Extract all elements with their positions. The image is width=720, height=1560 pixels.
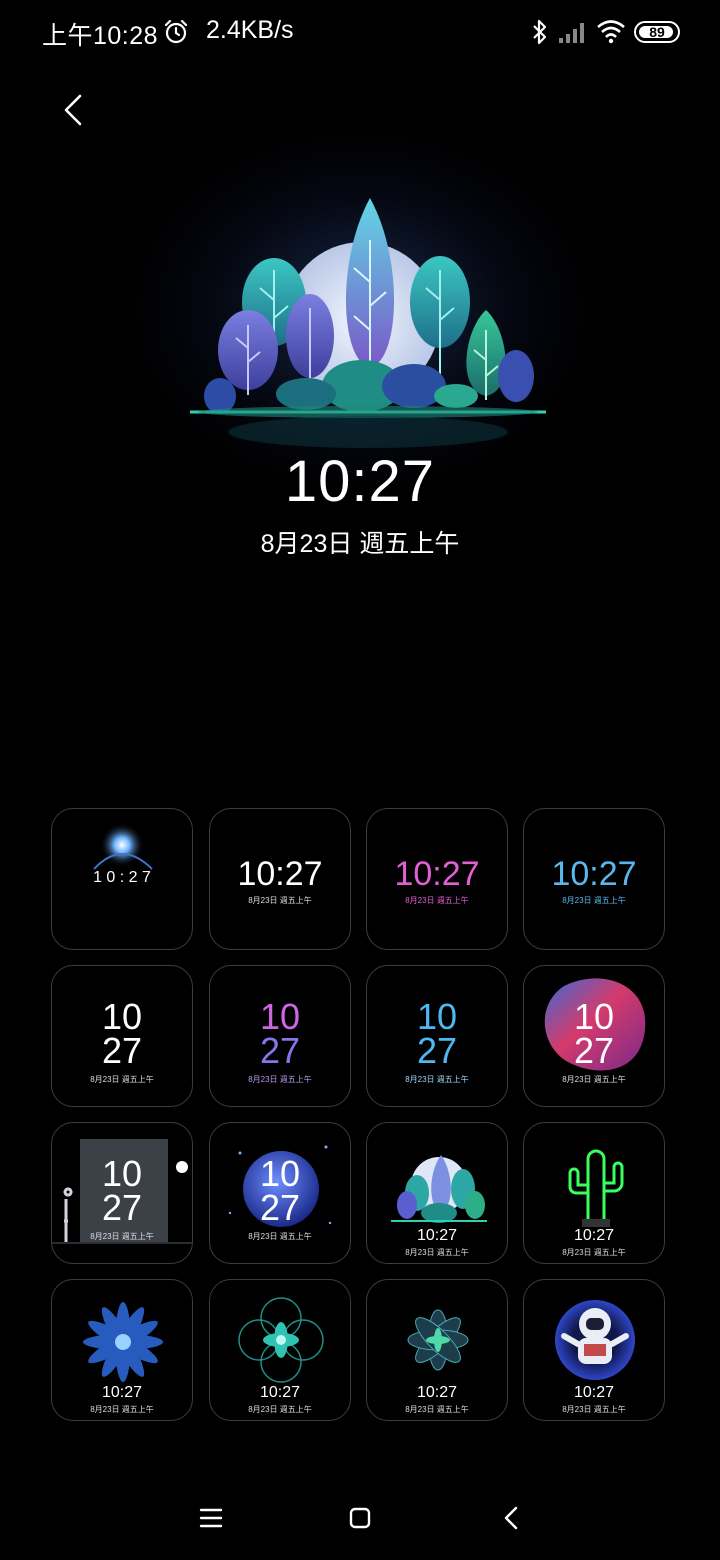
tile-time: 10:27	[573, 1227, 615, 1244]
clock-style-grid: 1 0 : 2 7 10:27 8月23日 週五上午 10:27 8月23日 週…	[51, 808, 669, 1422]
tile-minute: 27	[259, 1187, 301, 1228]
clock-style-forest[interactable]: 10:27 8月23日 週五上午	[366, 1122, 508, 1264]
tile-time: 10:27	[551, 855, 637, 893]
clock-style-moon[interactable]: 10 27 8月23日 週五上午	[209, 1122, 351, 1264]
tile-time: 10:27	[259, 1384, 301, 1401]
tile-minute: 27	[101, 1030, 143, 1071]
signal-icon	[559, 23, 584, 43]
clock-style-planet[interactable]: 1 0 : 2 7	[51, 808, 193, 950]
tile-time-stack: 10 27	[524, 996, 664, 1071]
back-icon[interactable]	[496, 1502, 528, 1534]
clock-style-astronaut[interactable]: 10:27 8月23日 週五上午	[523, 1279, 665, 1421]
tile-hour: 10	[573, 996, 615, 1037]
clock-style-flower-dark[interactable]: 10:27 8月23日 週五上午	[366, 1279, 508, 1421]
tile-minute: 27	[101, 1187, 143, 1228]
tile-date: 8月23日 週五上午	[248, 1232, 312, 1241]
forest-moon-illustration	[190, 198, 546, 448]
tile-date: 8月23日 週五上午	[90, 1075, 154, 1084]
tile-minute: 27	[573, 1030, 615, 1071]
tile-minute: 27	[416, 1030, 458, 1071]
tile-time: 10:27	[394, 855, 480, 893]
tile-date: 8月23日 週五上午	[405, 896, 469, 905]
clock-style-door[interactable]: 10 27 8月23日 週五上午	[51, 1122, 193, 1264]
tile-date: 8月23日 週五上午	[562, 1248, 626, 1257]
preview-time: 10:27	[284, 449, 436, 514]
preview-date: 8月23日 週五上午	[260, 530, 460, 558]
clock-style-digital-blue[interactable]: 10:27 8月23日 週五上午	[523, 808, 665, 950]
status-bar: 上午10:28 2.4KB/s 89	[0, 0, 720, 64]
tile-time-stack: 10 27	[210, 996, 350, 1071]
tile-time-stack: 10 27	[367, 996, 507, 1071]
status-time: 上午10:28	[42, 22, 159, 50]
tile-time: 10:27	[416, 1384, 458, 1401]
tile-time-stack: 10 27	[210, 1153, 350, 1228]
tile-time: 10:27	[101, 1384, 143, 1401]
tile-hour: 10	[101, 1153, 143, 1194]
tile-time-stack: 10 27	[52, 996, 192, 1071]
tile-hour: 10	[101, 996, 143, 1037]
home-icon[interactable]	[344, 1502, 376, 1534]
battery-icon: 89	[634, 21, 680, 43]
clock-style-stacked-white[interactable]: 10 27 8月23日 週五上午	[51, 965, 193, 1107]
clock-style-flower-blue[interactable]: 10:27 8月23日 週五上午	[51, 1279, 193, 1421]
tile-date: 8月23日 週五上午	[248, 1075, 312, 1084]
tile-date: 8月23日 週五上午	[405, 1075, 469, 1084]
clock-style-blob[interactable]: 10 27 8月23日 週五上午	[523, 965, 665, 1107]
tile-time: 10:27	[573, 1384, 615, 1401]
bluetooth-icon	[533, 19, 547, 45]
tile-date: 8月23日 週五上午	[90, 1405, 154, 1414]
clock-style-flower-teal[interactable]: 10:27 8月23日 週五上午	[209, 1279, 351, 1421]
tile-date: 8月23日 週五上午	[562, 896, 626, 905]
tile-minute: 27	[259, 1030, 301, 1071]
battery-level: 89	[649, 24, 665, 40]
navigation-bar	[0, 1490, 720, 1544]
menu-icon[interactable]	[195, 1502, 227, 1534]
clock-style-digital-white[interactable]: 10:27 8月23日 週五上午	[209, 808, 351, 950]
tile-time-stack: 10 27	[52, 1153, 192, 1228]
tile-date: 8月23日 週五上午	[90, 1232, 154, 1241]
tile-time: 1 0 : 2 7	[93, 869, 151, 886]
tile-date: 8月23日 週五上午	[405, 1248, 469, 1257]
network-speed: 2.4KB/s	[206, 16, 294, 44]
back-button[interactable]	[52, 88, 96, 132]
clock-style-cactus[interactable]: 10:27 8月23日 週五上午	[523, 1122, 665, 1264]
tile-date: 8月23日 週五上午	[248, 896, 312, 905]
tile-date: 8月23日 週五上午	[248, 1405, 312, 1414]
clock-style-stacked-blue[interactable]: 10 27 8月23日 週五上午	[366, 965, 508, 1107]
tile-date: 8月23日 週五上午	[562, 1405, 626, 1414]
clock-style-stacked-purple[interactable]: 10 27 8月23日 週五上午	[209, 965, 351, 1107]
tile-time: 10:27	[237, 855, 323, 893]
clock-style-digital-pink[interactable]: 10:27 8月23日 週五上午	[366, 808, 508, 950]
tile-hour: 10	[416, 996, 458, 1037]
wifi-icon	[597, 20, 625, 44]
tile-time: 10:27	[416, 1227, 458, 1244]
tile-hour: 10	[259, 1153, 301, 1194]
tile-hour: 10	[259, 996, 301, 1037]
alarm-icon	[164, 19, 188, 44]
tile-date: 8月23日 週五上午	[405, 1405, 469, 1414]
tile-date: 8月23日 週五上午	[562, 1075, 626, 1084]
